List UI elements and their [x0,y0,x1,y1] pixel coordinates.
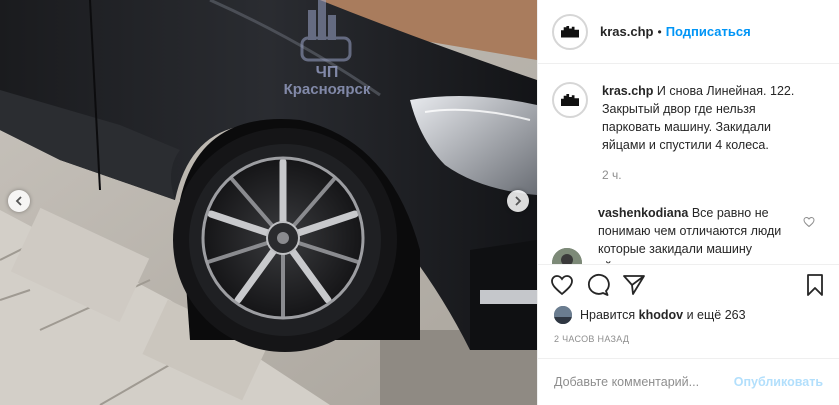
follow-button[interactable]: Подписаться [666,24,751,39]
commenter-avatar-image [552,248,582,264]
share-button[interactable] [622,273,646,297]
comment-input[interactable] [554,375,734,389]
chevron-right-icon [515,196,522,206]
post-side-panel: kras.chp • Подписаться kras.chp И снова … [537,0,839,405]
liker-username[interactable]: khodov [639,308,683,322]
author-username[interactable]: kras.chp [600,24,653,39]
car-wheel-photo [0,0,537,405]
publish-button[interactable]: Опубликовать [734,375,823,389]
comment-heart-icon[interactable] [803,216,815,228]
comment-icon [587,273,610,296]
caption-row: kras.chp И снова Линейная. 122. Закрытый… [552,82,825,184]
likes-summary: Нравится khodov и ещё 263 [554,306,746,324]
likes-prefix: Нравится [580,308,636,322]
caption-username[interactable]: kras.chp [602,84,653,98]
watermark-line1: ЧП [315,64,339,81]
liker-avatar[interactable] [554,306,572,324]
city-skyline-icon [561,94,579,106]
next-photo-button[interactable] [507,190,529,212]
comment-body: vashenkodiana Все равно не понимаю чем о… [598,204,783,264]
comment-username[interactable]: vashenkodiana [598,206,688,220]
watermark-line2: Красноярск [283,81,371,98]
heart-icon [551,274,573,295]
author-avatar-logo [555,16,585,47]
share-icon [623,274,645,295]
caption-avatar-logo [555,85,585,115]
caption-avatar[interactable] [552,82,588,118]
comment-button[interactable] [586,273,610,297]
save-button[interactable] [803,273,827,297]
like-button[interactable] [550,273,574,297]
photo-watermark: ЧП Красноярск [272,64,382,98]
chevron-left-icon [15,196,22,206]
commenter-avatar[interactable] [552,248,582,264]
post-header: kras.chp • Подписаться [538,0,839,64]
liker-avatar-image [554,306,572,324]
bookmark-icon [807,273,823,296]
author-avatar[interactable] [552,13,588,50]
caption-body: kras.chp И снова Линейная. 122. Закрытый… [602,82,802,184]
likes-others[interactable]: и ещё 263 [687,308,746,322]
post-timestamp[interactable]: 2 ЧАСОВ НАЗАД [554,334,629,344]
caption-time: 2 ч. [602,168,622,182]
post-actions-bar [538,264,839,304]
post-photo: ЧП Красноярск [0,0,537,405]
separator-dot: • [657,24,662,39]
add-comment-form: Опубликовать [538,358,839,405]
city-skyline-icon [561,25,579,38]
prev-photo-button[interactable] [8,190,30,212]
comment-item: vashenkodiana Все равно не понимаю чем о… [552,204,825,264]
comments-list[interactable]: kras.chp И снова Линейная. 122. Закрытый… [538,64,839,264]
instagram-post-modal: ЧП Красноярск kras.chp • Подписаться kra… [0,0,839,405]
